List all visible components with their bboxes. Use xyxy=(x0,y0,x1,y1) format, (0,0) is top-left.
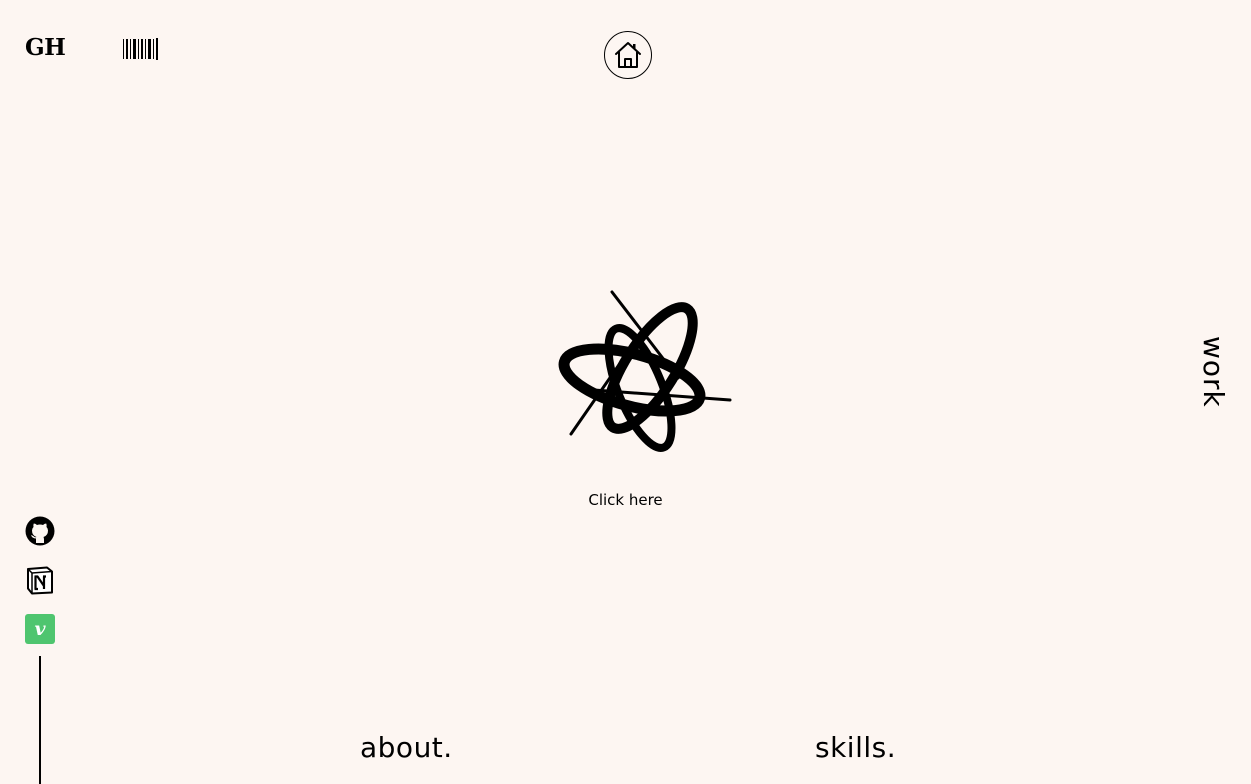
github-icon[interactable] xyxy=(25,516,55,546)
nav-skills[interactable]: skills. xyxy=(815,730,896,766)
social-divider-line xyxy=(39,656,41,784)
click-here-link[interactable]: Click here xyxy=(0,490,1251,510)
vimeo-icon[interactable]: v xyxy=(25,614,55,644)
nav-work[interactable]: work xyxy=(1196,336,1230,412)
vimeo-glyph: v xyxy=(34,618,46,640)
home-button[interactable] xyxy=(604,31,652,79)
barcode-icon[interactable] xyxy=(123,38,159,60)
nav-about[interactable]: about. xyxy=(360,730,453,766)
star-swirl-emblem[interactable] xyxy=(554,288,734,458)
click-here-text[interactable]: Click here xyxy=(588,491,662,509)
home-icon xyxy=(615,42,641,68)
notion-icon[interactable] xyxy=(25,565,55,595)
site-logo[interactable]: GH xyxy=(25,34,66,62)
